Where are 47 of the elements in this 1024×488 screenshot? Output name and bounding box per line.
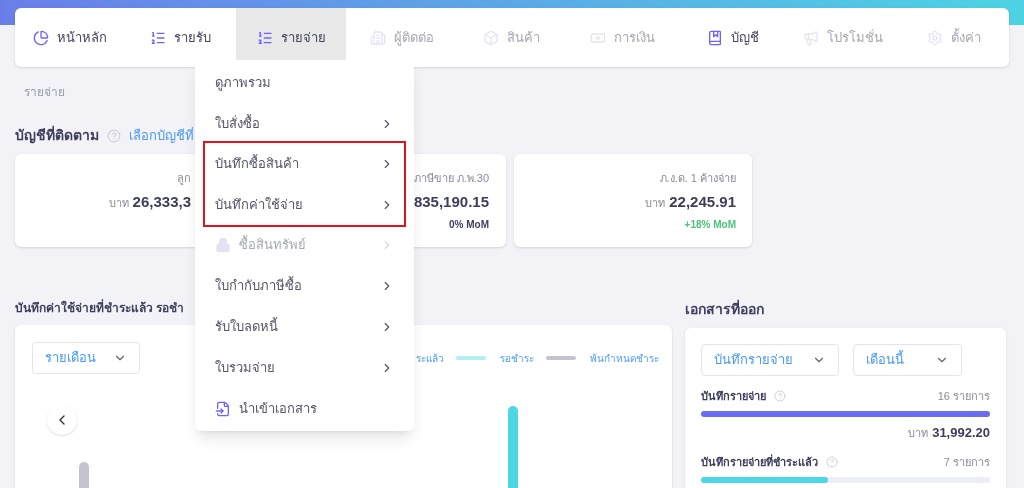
breadcrumb: รายจ่าย bbox=[24, 84, 65, 101]
row-count: 7 รายการ bbox=[943, 455, 990, 470]
menu-item[interactable]: ใบกำกับภาษีซื้อ bbox=[195, 265, 414, 306]
card-label: ภาษีขาย ภ.พ.30 bbox=[413, 171, 489, 186]
currency-label: บาท bbox=[645, 195, 666, 211]
help-icon bbox=[826, 456, 838, 469]
nav-tab[interactable]: หน้าหลัก bbox=[15, 8, 126, 67]
card-label: ภ.ง.ด. 1 ค้างจ่าย bbox=[659, 171, 736, 186]
menu-item[interactable]: บันทึกค่าใช้จ่าย bbox=[205, 184, 404, 225]
amount-text: 31,992.20 bbox=[932, 423, 990, 442]
legend-label: รอชำระ bbox=[500, 351, 534, 366]
row-label: บันทึกรายจ่าย bbox=[701, 389, 766, 404]
menu-item[interactable]: ใบสั่งซื้อ bbox=[195, 103, 414, 144]
card-amount: 835,190.15 bbox=[413, 191, 489, 212]
currency-label: บาท bbox=[108, 195, 129, 211]
previous-button[interactable] bbox=[47, 405, 77, 435]
help-icon bbox=[774, 390, 786, 403]
file-import-icon bbox=[215, 400, 231, 417]
list-icon bbox=[150, 29, 167, 46]
chart-icon bbox=[33, 29, 50, 46]
menu-item[interactable]: นำเข้าเอกสาร bbox=[195, 388, 414, 429]
lock-icon bbox=[215, 236, 231, 253]
list-icon bbox=[256, 29, 273, 46]
book-icon bbox=[706, 29, 723, 46]
legend-label: พ้นกำหนดชำระ bbox=[590, 351, 659, 366]
building-icon bbox=[369, 29, 386, 46]
nav-tab[interactable]: บัญชี bbox=[677, 8, 789, 67]
megaphone-icon bbox=[803, 29, 820, 46]
menu-item[interactable]: รับใบลดหนี้ bbox=[195, 306, 414, 347]
chart-bar bbox=[79, 462, 89, 488]
change-text: 0% MoM bbox=[449, 218, 489, 232]
help-icon bbox=[107, 128, 121, 143]
currency-label: บาท bbox=[908, 425, 929, 441]
section-title: เอกสารที่ออก bbox=[685, 299, 765, 319]
section-title: บันทึกค่าใช้จ่ายที่ชำระแล้ว รอชำ bbox=[15, 299, 185, 317]
cube-icon bbox=[483, 29, 500, 46]
menu-item[interactable]: บันทึกซื้อสินค้า bbox=[205, 143, 404, 184]
section-title: บัญชีที่ติดตาม bbox=[15, 125, 99, 146]
settings-icon bbox=[926, 29, 943, 46]
card-amount: 26,333,3 bbox=[132, 191, 191, 212]
row-count: 16 รายการ bbox=[937, 389, 990, 404]
change-text: +18% MoM bbox=[684, 218, 736, 232]
menu-item[interactable]: ใบรวมจ่าย bbox=[195, 347, 414, 388]
card-label: ลูก bbox=[177, 171, 191, 187]
row-label: บันทึกรายจ่ายที่ชำระแล้ว bbox=[701, 454, 818, 470]
legend-label: ระแล้ว bbox=[416, 351, 444, 366]
card-amount: 22,245.91 bbox=[669, 191, 736, 212]
